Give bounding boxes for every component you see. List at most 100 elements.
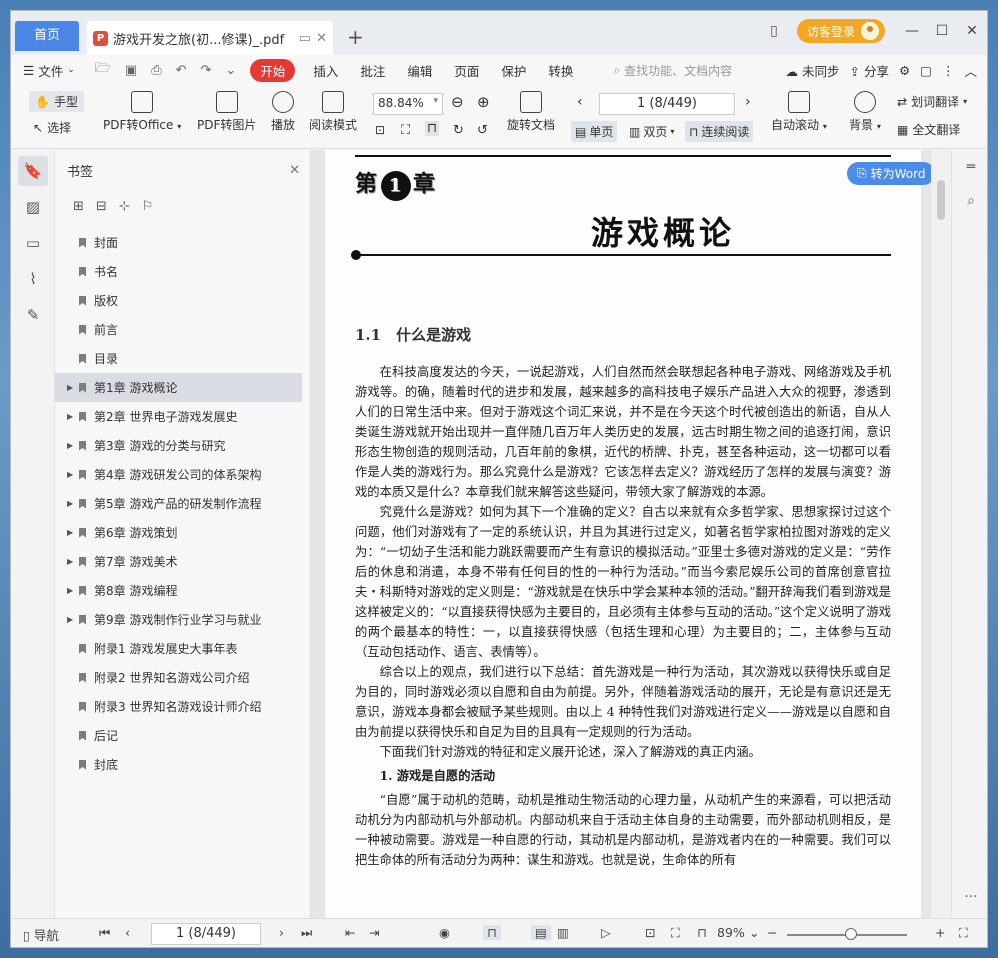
rotate-left-icon[interactable]: ↺ [477, 123, 488, 138]
select-tool-button[interactable]: ↖ 选择 [33, 119, 71, 136]
close-tab-icon[interactable]: ✕ [316, 31, 327, 46]
bookmark-item[interactable]: ▶ 第8章 游戏编程 [55, 576, 310, 605]
bookmark-item[interactable]: 附录3 世界知名游戏设计师介绍 [55, 692, 310, 721]
more-quick-icon[interactable]: ⌄ [225, 63, 236, 78]
pdf-to-office-button[interactable]: PDF转Office ▾ [103, 91, 181, 133]
actual-size-status-icon[interactable]: ⊡ [645, 925, 655, 940]
page-number-input[interactable]: 1 (8/449) [599, 93, 735, 115]
thumbnail-icon[interactable]: ▨ [18, 192, 48, 222]
menu-edit[interactable]: 编辑 [407, 61, 432, 80]
zoom-in-icon[interactable]: ⊕ [477, 93, 490, 111]
menu-page[interactable]: 页面 [454, 61, 479, 80]
menu-start[interactable]: 开始 [250, 58, 296, 82]
attachment-icon[interactable]: ⌇ [18, 264, 48, 294]
auto-scroll-button[interactable]: 自动滚动 ▾ [771, 91, 827, 133]
expand-arrow-icon[interactable]: ▶ [67, 412, 77, 421]
double-page-button[interactable]: ▥ 双页 ▾ [625, 121, 678, 142]
search-document-icon[interactable]: ⌕ [952, 184, 987, 218]
minimize-button[interactable]: — [897, 23, 927, 39]
document-viewport[interactable]: 第1章 游戏概论 1.1 什么是游戏 在科技高度发达的今天，一说起游戏，人们自然… [311, 150, 951, 918]
menu-protect[interactable]: 保护 [501, 61, 526, 80]
single-page-button[interactable]: ▤ 单页 [571, 121, 618, 142]
bookmark-icon[interactable]: ⚐ [142, 199, 154, 214]
expand-arrow-icon[interactable]: ▶ [67, 441, 77, 450]
close-window-button[interactable]: ✕ [957, 23, 987, 39]
bookmark-item[interactable]: ▶ 第3章 游戏的分类与研究 [55, 431, 310, 460]
bookmark-item[interactable]: ▶ 第7章 游戏美术 [55, 547, 310, 576]
bookmark-panel-icon[interactable]: 🔖 [18, 156, 48, 186]
comment-icon[interactable]: ▢ [920, 63, 932, 78]
bookmark-item[interactable]: 目录 [55, 344, 310, 373]
hand-tool-button[interactable]: ✋ 手型 [29, 91, 84, 112]
play-button[interactable]: 播放 [271, 91, 295, 133]
prev-page-status-icon[interactable]: ‹ [125, 925, 130, 940]
first-page-icon[interactable]: ⏮ [99, 925, 110, 941]
window-layout-icon[interactable]: ▯ [759, 23, 789, 39]
more-options-icon[interactable]: ··· [952, 880, 987, 914]
fit-width-icon[interactable]: ⊓ [425, 121, 440, 136]
zoom-slider-knob[interactable] [845, 928, 857, 940]
bookmark-item[interactable]: 后记 [55, 721, 310, 750]
expand-arrow-icon[interactable]: ▶ [67, 499, 77, 508]
tab-document[interactable]: P 游戏开发之旅(初...修课)_.pdf ▭ ✕ [87, 21, 333, 55]
expand-arrow-icon[interactable]: ▶ [67, 586, 77, 595]
menu-insert[interactable]: 插入 [313, 61, 338, 80]
pin-icon[interactable]: ▭ [299, 31, 311, 46]
double-page-mode-icon[interactable]: ▥ [557, 925, 569, 940]
play-status-icon[interactable]: ▷ [601, 925, 611, 940]
comments-icon[interactable]: ▭ [18, 228, 48, 258]
back-icon[interactable]: ⇤ [345, 925, 355, 940]
eye-protect-icon[interactable]: ◉ [439, 925, 450, 940]
fullscreen-icon[interactable]: ⛶ [959, 925, 968, 941]
bookmark-item[interactable]: 书名 [55, 257, 310, 286]
bookmark-item[interactable]: 封面 [55, 228, 310, 257]
file-menu[interactable]: ☰ 文件 ⌄ [23, 61, 75, 80]
zoom-select[interactable]: 88.84% ▾ [373, 93, 443, 115]
redo-icon[interactable]: ↷ [201, 63, 212, 78]
save-icon[interactable]: ▣ [125, 63, 137, 78]
gear-icon[interactable]: ⚙ [899, 63, 910, 78]
share-button[interactable]: ⇪ 分享 [849, 61, 888, 80]
read-mode-button[interactable]: 阅读模式 [309, 91, 357, 133]
convert-to-word-button[interactable]: ⎘ 转为Word [847, 162, 936, 185]
add-bookmark-icon[interactable]: ⊹ [119, 199, 130, 214]
print-icon[interactable]: ⎙ [151, 63, 161, 78]
fit-page-status-icon[interactable]: ⛶ [671, 925, 680, 941]
close-panel-icon[interactable]: ✕ [289, 163, 300, 178]
open-folder-icon[interactable]: 🗁 [95, 59, 111, 81]
tab-home[interactable]: 首页 [15, 21, 79, 51]
forward-icon[interactable]: ⇥ [369, 925, 379, 940]
rotate-right-icon[interactable]: ↻ [453, 123, 464, 138]
signature-icon[interactable]: ✎ [18, 300, 48, 330]
menu-annotate[interactable]: 批注 [360, 61, 385, 80]
expand-arrow-icon[interactable]: ▶ [67, 470, 77, 479]
bookmark-item[interactable]: 前言 [55, 315, 310, 344]
collapse-ribbon-icon[interactable]: ︿ [964, 61, 977, 80]
vertical-scrollbar[interactable] [931, 150, 951, 918]
zoom-plus-icon[interactable]: + [935, 925, 945, 940]
next-page-icon[interactable]: › [745, 94, 751, 110]
actual-size-icon[interactable]: ⊡ [375, 123, 385, 137]
new-tab-button[interactable]: + [347, 25, 364, 49]
zoom-slider[interactable] [787, 928, 907, 940]
scrollbar-thumb[interactable] [937, 180, 945, 220]
expand-arrow-icon[interactable]: ▶ [67, 557, 77, 566]
continuous-read-button[interactable]: ⊓ 连续阅读 [685, 121, 754, 142]
bookmark-item[interactable]: ▶ 第6章 游戏策划 [55, 518, 310, 547]
word-translate-button[interactable]: ⇄ 划词翻译 ▾ [897, 93, 967, 110]
panel-toggle-icon[interactable]: ═ [952, 150, 987, 184]
continuous-mode-icon[interactable]: ⊓ [483, 925, 501, 940]
expand-arrow-icon[interactable]: ▶ [67, 615, 77, 624]
bookmark-item[interactable]: 版权 [55, 286, 310, 315]
more-icon[interactable]: ⋮ [942, 63, 955, 78]
sync-button[interactable]: ☁ 未同步 [785, 61, 839, 80]
zoom-dropdown-icon[interactable]: ⌄ [749, 925, 759, 940]
bookmark-item[interactable]: 附录1 游戏发展史大事年表 [55, 634, 310, 663]
status-page-input[interactable]: 1 (8/449) [151, 923, 261, 945]
next-page-status-icon[interactable]: › [279, 925, 284, 940]
fit-width-status-icon[interactable]: ⊓ [697, 925, 707, 940]
maximize-button[interactable]: ☐ [927, 23, 957, 39]
undo-icon[interactable]: ↶ [176, 63, 187, 78]
last-page-icon[interactable]: ⏭ [301, 925, 312, 941]
pdf-to-image-button[interactable]: PDF转图片 [197, 91, 256, 133]
